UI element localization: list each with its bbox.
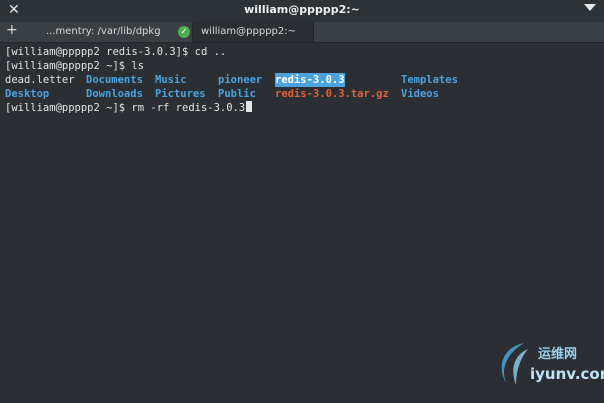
watermark-text-cn: 运维网 [538,347,578,362]
new-tab-icon[interactable]: + [6,22,18,38]
ls-dir: Pictures [155,88,206,100]
check-circle-icon: ✓ [178,26,190,38]
tab-bar: + ...mentry: /var/lib/dpkg ✓ ✕ william@p… [0,22,604,43]
ls-dir: Public [218,88,256,100]
title-bar: ✕ william@ppppp2:~ [0,0,604,22]
watermark-swoosh-icon [501,343,528,385]
terminal-prompt-line: [william@ppppp2 ~]$ rm -rf redis-3.0.3 [5,101,253,115]
tab-label: ...mentry: /var/lib/dpkg [46,26,161,37]
text-cursor [246,101,253,112]
faded-background-text [82,113,522,398]
ls-dir-highlighted: redis-3.0.3 [275,73,345,87]
tab-dpkg[interactable]: ...mentry: /var/lib/dpkg ✓ ✕ [26,22,207,42]
terminal-line: [william@ppppp2 redis-3.0.3]$ cd .. [5,46,227,58]
ls-dir: Documents [86,74,143,86]
ls-dir: pioneer [218,74,263,86]
watermark-logo: 运维网 iyunv.com [494,337,604,393]
tab-home[interactable]: william@ppppp2:~ [192,22,314,42]
tab-label: william@ppppp2:~ [201,26,297,37]
ls-dir: Videos [401,88,439,100]
ls-dir: Downloads [86,88,143,100]
maximize-icon[interactable] [584,4,596,11]
ls-archive: redis-3.0.3.tar.gz [275,88,389,100]
ls-dir: Templates [401,74,458,86]
ls-file: dead.letter [5,74,75,86]
watermark-text-domain: iyunv.com [530,365,604,383]
ls-dir: Music [155,74,187,86]
terminal-line: [william@ppppp2 ~]$ ls [5,60,145,72]
window-title: william@ppppp2:~ [244,3,360,16]
ls-dir: Desktop [5,88,50,100]
terminal-command: [william@ppppp2 ~]$ rm -rf redis-3.0.3 [5,102,246,114]
